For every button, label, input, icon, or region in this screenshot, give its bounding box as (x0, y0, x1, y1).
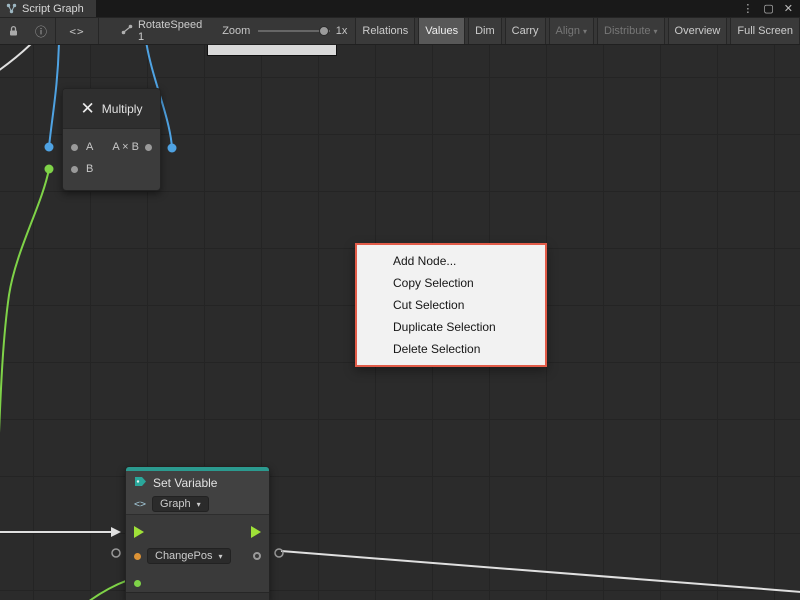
distribute-label: Distribute (604, 25, 650, 37)
graph-toolbar: ⓘ <> RotateSpeed 1 Zoom 1x Relations Val… (0, 17, 800, 45)
zoom-slider[interactable] (258, 30, 329, 32)
port-variable-output[interactable] (253, 552, 261, 560)
variable-name-row: ChangePos ▾ (126, 547, 269, 565)
graph-reference[interactable]: RotateSpeed 1 (121, 19, 202, 43)
menu-item-cut-selection[interactable]: Cut Selection (357, 294, 545, 316)
set-variable-title: Set Variable (153, 476, 217, 490)
variable-dropdown[interactable]: ChangePos ▾ (147, 548, 231, 564)
port-a-label: A (86, 141, 93, 153)
graph-scope-icon: <> (134, 499, 146, 510)
menu-item-copy-selection[interactable]: Copy Selection (357, 272, 545, 294)
lock-icon[interactable] (0, 18, 27, 44)
full-screen-button[interactable]: Full Screen (730, 18, 800, 44)
port-output-axb[interactable] (145, 144, 152, 151)
flow-row (126, 515, 269, 541)
node-multiply[interactable]: ✕ Multiply A A × B B (62, 88, 161, 191)
value-input-row (126, 574, 269, 592)
relations-button[interactable]: Relations (355, 18, 415, 44)
wire-blue-left[interactable] (49, 45, 59, 147)
script-graph-icon (6, 3, 17, 14)
graph-canvas[interactable]: ✕ Multiply A A × B B (0, 45, 800, 600)
info-icon[interactable]: ⓘ (27, 18, 55, 44)
maximize-icon[interactable]: ▢ (763, 2, 773, 15)
menu-item-add-node[interactable]: Add Node... (357, 250, 545, 272)
wire-green-bottom[interactable] (84, 580, 128, 600)
overview-label: Overview (675, 25, 721, 37)
port-b-label: B (86, 163, 93, 175)
multiply-node-header[interactable]: ✕ Multiply (63, 89, 160, 129)
wire-green-left[interactable] (0, 169, 49, 433)
zoom-value: 1x (336, 25, 348, 37)
chevron-down-icon: ▾ (654, 27, 658, 36)
overview-button[interactable]: Overview (668, 18, 728, 44)
connection-indicator-circle[interactable] (112, 549, 120, 557)
wire-white-top-left[interactable] (0, 45, 34, 71)
align-label: Align (556, 25, 580, 37)
multiply-row-a: A A × B (63, 136, 160, 158)
kebab-menu-icon[interactable]: ⋮ (742, 2, 753, 15)
values-label: Values (425, 25, 458, 37)
script-graph-window: Script Graph ⋮ ▢ ✕ ⓘ <> Ro (0, 0, 800, 600)
multiply-node-body: A A × B B (63, 129, 160, 180)
port-value-input[interactable] (134, 580, 141, 587)
graph-reference-label: RotateSpeed 1 (138, 19, 202, 43)
titlebar-spacer (96, 0, 743, 17)
port-input-a[interactable] (71, 144, 78, 151)
zoom-label: Zoom (222, 25, 250, 37)
port-input-b[interactable] (71, 166, 78, 173)
set-variable-footer (126, 592, 269, 600)
chevron-down-icon: ▾ (583, 27, 587, 36)
node-set-variable[interactable]: Set Variable <> Graph ▾ ChangePos (125, 466, 270, 600)
context-menu: Add Node... Copy Selection Cut Selection… (355, 243, 547, 367)
flow-arrow-white (111, 527, 121, 537)
menu-item-duplicate-selection[interactable]: Duplicate Selection (357, 316, 545, 338)
set-variable-header[interactable]: Set Variable (126, 471, 269, 494)
wire-endpoint-blue (45, 143, 54, 152)
tab-script-graph[interactable]: Script Graph (0, 0, 96, 17)
relations-label: Relations (362, 25, 408, 37)
multiply-output: A × B (112, 141, 152, 153)
carry-button[interactable]: Carry (505, 18, 546, 44)
title-bar: Script Graph ⋮ ▢ ✕ (0, 0, 800, 17)
variable-dropdown-value: ChangePos (155, 550, 213, 562)
window-controls: ⋮ ▢ ✕ (742, 0, 800, 17)
port-out-label: A × B (112, 141, 139, 153)
connection-indicator-circle[interactable] (275, 549, 283, 557)
chevron-down-icon: ▾ (197, 500, 201, 509)
dim-label: Dim (475, 25, 495, 37)
menu-item-delete-selection[interactable]: Delete Selection (357, 338, 545, 360)
dim-button[interactable]: Dim (468, 18, 502, 44)
full-screen-label: Full Screen (737, 25, 793, 37)
scope-dropdown[interactable]: Graph ▾ (152, 496, 209, 512)
carry-label: Carry (512, 25, 539, 37)
partial-node-dropdown[interactable] (207, 45, 337, 56)
port-variable-name[interactable] (134, 553, 141, 560)
variable-scope-row: <> Graph ▾ (126, 494, 269, 515)
multiply-node-title: Multiply (102, 102, 143, 116)
toolbar-buttons: Relations Values Dim Carry Align ▾ Distr… (355, 18, 800, 44)
values-button[interactable]: Values (418, 18, 465, 44)
variable-tag-icon (134, 474, 147, 492)
chevron-down-icon: ▾ (219, 552, 223, 561)
flow-output-arrow[interactable] (251, 526, 261, 538)
graph-reference-icon (121, 24, 133, 38)
flow-input-arrow[interactable] (134, 526, 144, 538)
multiply-row-b: B (63, 158, 160, 180)
wire-endpoint-green (45, 165, 54, 174)
wire-endpoint-blue (168, 144, 177, 153)
align-button[interactable]: Align ▾ (549, 18, 594, 44)
multiply-icon: ✕ (81, 100, 95, 117)
code-view-button[interactable]: <> (55, 18, 99, 44)
zoom-slider-knob[interactable] (319, 26, 329, 36)
close-icon[interactable]: ✕ (784, 2, 793, 15)
scope-dropdown-value: Graph (160, 498, 191, 510)
tab-title: Script Graph (22, 3, 84, 15)
set-variable-body: ChangePos ▾ (126, 515, 269, 592)
wire-white-bottom-right[interactable] (281, 551, 800, 592)
distribute-button[interactable]: Distribute ▾ (597, 18, 664, 44)
